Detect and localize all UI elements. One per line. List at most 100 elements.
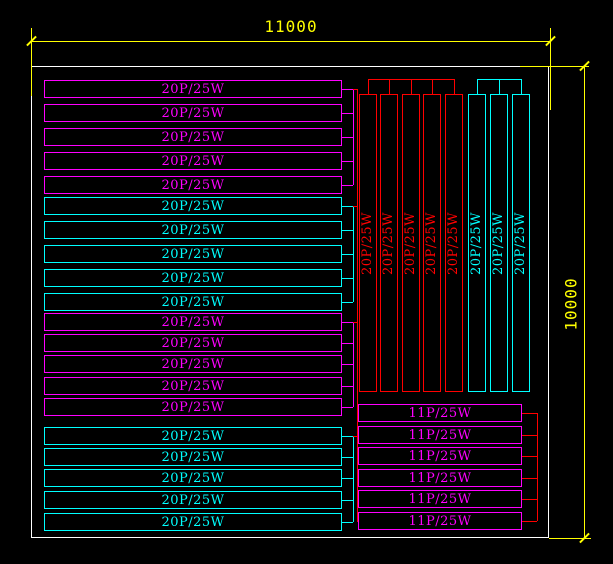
bar-label: 11P/25W bbox=[408, 515, 471, 528]
bottom-bar[interactable]: 11P/25W bbox=[358, 447, 522, 465]
bar-label: 11P/25W bbox=[408, 493, 471, 506]
dimension-top-label: 11000 bbox=[231, 17, 351, 36]
bus-stub bbox=[432, 79, 433, 94]
left-bar[interactable]: 20P/25W bbox=[44, 491, 342, 509]
connector-stub bbox=[342, 500, 353, 501]
bottom-bar[interactable]: 11P/25W bbox=[358, 512, 522, 530]
connector-stub bbox=[342, 137, 353, 138]
bar-label: 20P/25W bbox=[161, 200, 224, 213]
group-bus bbox=[537, 413, 538, 521]
left-bar[interactable]: 20P/25W bbox=[44, 427, 342, 445]
connector-stub bbox=[342, 302, 353, 303]
left-bar[interactable]: 20P/25W bbox=[44, 176, 342, 194]
bottom-bar[interactable]: 11P/25W bbox=[358, 490, 522, 508]
left-bar[interactable]: 20P/25W bbox=[44, 313, 342, 331]
bar-label: 20P/25W bbox=[161, 272, 224, 285]
connector-stub bbox=[342, 478, 353, 479]
left-bar[interactable]: 20P/25W bbox=[44, 355, 342, 373]
left-bar[interactable]: 20P/25W bbox=[44, 104, 342, 122]
vertical-bar[interactable]: 20P/25W bbox=[512, 94, 530, 392]
left-bar[interactable]: 20P/25W bbox=[44, 398, 342, 416]
connector-stub bbox=[342, 89, 353, 90]
connector-stub bbox=[522, 435, 537, 436]
bar-label: 20P/25W bbox=[161, 451, 224, 464]
connector-stub bbox=[342, 364, 353, 365]
left-bar[interactable]: 20P/25W bbox=[44, 221, 342, 239]
bar-label: 11P/25W bbox=[408, 407, 471, 420]
bottom-bar[interactable]: 11P/25W bbox=[358, 469, 522, 487]
connector-stub bbox=[342, 407, 353, 408]
connector-stub bbox=[522, 521, 537, 522]
vertical-bar[interactable]: 20P/25W bbox=[423, 94, 441, 392]
bar-label: 20P/25W bbox=[161, 380, 224, 393]
bar-label: 20P/25W bbox=[161, 472, 224, 485]
bar-label: 20P/25W bbox=[448, 211, 461, 274]
bar-label: 20P/25W bbox=[362, 211, 375, 274]
left-bar[interactable]: 20P/25W bbox=[44, 245, 342, 263]
bus-stub bbox=[411, 79, 412, 94]
vertical-bar[interactable]: 20P/25W bbox=[468, 94, 486, 392]
connector-stub bbox=[342, 161, 353, 162]
connector-stub bbox=[342, 436, 353, 437]
bottom-bar[interactable]: 11P/25W bbox=[358, 404, 522, 422]
vertical-bar[interactable]: 20P/25W bbox=[490, 94, 508, 392]
left-bar[interactable]: 20P/25W bbox=[44, 80, 342, 98]
left-bar[interactable]: 20P/25W bbox=[44, 469, 342, 487]
vertical-bar[interactable]: 20P/25W bbox=[380, 94, 398, 392]
connector-stub bbox=[342, 343, 353, 344]
group-ladder bbox=[353, 89, 354, 185]
connector-stub bbox=[342, 278, 353, 279]
connector-stub bbox=[522, 499, 537, 500]
bar-label: 20P/25W bbox=[161, 248, 224, 261]
bar-label: 20P/25W bbox=[161, 401, 224, 414]
vertical-bar[interactable]: 20P/25W bbox=[445, 94, 463, 392]
connector-stub bbox=[342, 206, 353, 207]
dimension-line-top bbox=[31, 41, 550, 42]
dimension-right-label: 10000 bbox=[562, 277, 581, 330]
connector-stub bbox=[342, 322, 353, 323]
bar-label: 20P/25W bbox=[405, 211, 418, 274]
left-bar[interactable]: 20P/25W bbox=[44, 152, 342, 170]
bar-label: 20P/25W bbox=[161, 296, 224, 309]
bar-label: 20P/25W bbox=[161, 316, 224, 329]
bar-label: 20P/25W bbox=[161, 358, 224, 371]
bar-label: 20P/25W bbox=[161, 83, 224, 96]
left-bar[interactable]: 20P/25W bbox=[44, 197, 342, 215]
vertical-bar[interactable]: 20P/25W bbox=[402, 94, 420, 392]
cad-drawing-canvas[interactable]: 11000 10000 20P/25W20P/25W20P/25W20P/25W… bbox=[0, 0, 613, 564]
connector-stub bbox=[342, 522, 353, 523]
group-ladder bbox=[353, 206, 354, 302]
bus-stub bbox=[368, 79, 369, 94]
left-bar[interactable]: 20P/25W bbox=[44, 513, 342, 531]
left-bar[interactable]: 20P/25W bbox=[44, 293, 342, 311]
bar-label: 11P/25W bbox=[408, 472, 471, 485]
bar-label: 11P/25W bbox=[408, 450, 471, 463]
bus-stub bbox=[389, 79, 390, 94]
group-ladder bbox=[353, 436, 354, 522]
connector-stub bbox=[342, 185, 353, 186]
group-ladder bbox=[353, 322, 354, 407]
bar-label: 20P/25W bbox=[161, 155, 224, 168]
bar-label: 20P/25W bbox=[471, 211, 484, 274]
bar-label: 20P/25W bbox=[161, 494, 224, 507]
bus-stub bbox=[499, 79, 500, 94]
bar-label: 20P/25W bbox=[383, 211, 396, 274]
connector-stub bbox=[522, 456, 537, 457]
bar-label: 20P/25W bbox=[161, 131, 224, 144]
left-bar[interactable]: 20P/25W bbox=[44, 334, 342, 352]
bar-label: 20P/25W bbox=[161, 224, 224, 237]
bar-label: 20P/25W bbox=[161, 179, 224, 192]
bottom-bar[interactable]: 11P/25W bbox=[358, 426, 522, 444]
vertical-bar[interactable]: 20P/25W bbox=[359, 94, 377, 392]
left-bar[interactable]: 20P/25W bbox=[44, 448, 342, 466]
left-bar[interactable]: 20P/25W bbox=[44, 377, 342, 395]
left-bar[interactable]: 20P/25W bbox=[44, 269, 342, 287]
bar-label: 20P/25W bbox=[426, 211, 439, 274]
connector-stub bbox=[522, 413, 537, 414]
connector-stub bbox=[522, 478, 537, 479]
left-bar[interactable]: 20P/25W bbox=[44, 128, 342, 146]
connector-stub bbox=[342, 386, 353, 387]
connector-stub bbox=[342, 457, 353, 458]
bar-label: 20P/25W bbox=[161, 516, 224, 529]
bar-label: 20P/25W bbox=[161, 337, 224, 350]
